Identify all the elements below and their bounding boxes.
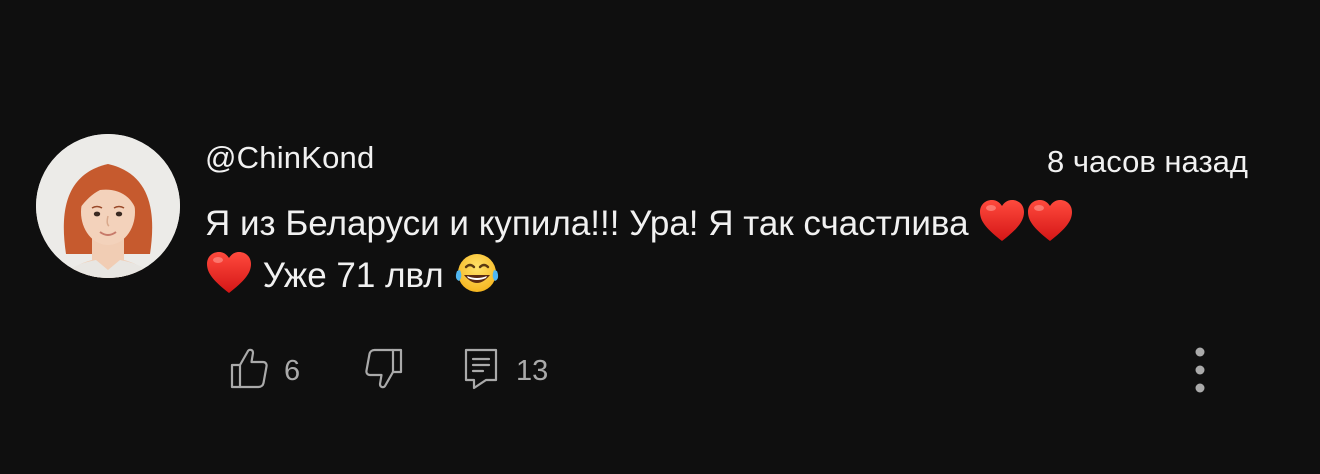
comment-icon[interactable] (462, 346, 502, 390)
red-heart-icon (205, 251, 253, 295)
face-with-tears-of-joy-icon (453, 251, 501, 295)
more-vertical-icon[interactable] (1184, 345, 1216, 397)
thumbs-up-icon[interactable] (229, 346, 269, 390)
comment-text-line-2: Уже 71 лвл (262, 256, 444, 295)
like-count: 6 (284, 355, 301, 387)
red-heart-icon (1026, 199, 1074, 243)
thumbs-down-icon[interactable] (364, 346, 404, 390)
comment-actions: 6 13 (0, 346, 1320, 396)
comment-text: Я из Беларуси и купила!!! Ура! Я так сча… (205, 198, 1245, 302)
avatar[interactable] (36, 134, 180, 278)
comment-author[interactable]: @ChinKond (205, 140, 374, 176)
red-heart-icon (978, 199, 1026, 243)
comment-timestamp: 8 часов назад (1047, 144, 1248, 179)
comment-card: @ChinKond 8 часов назад Я из Беларуси и … (0, 0, 1320, 474)
reply-count: 13 (516, 355, 549, 387)
comment-text-line-1: Я из Беларуси и купила!!! Ура! Я так сча… (205, 204, 969, 243)
